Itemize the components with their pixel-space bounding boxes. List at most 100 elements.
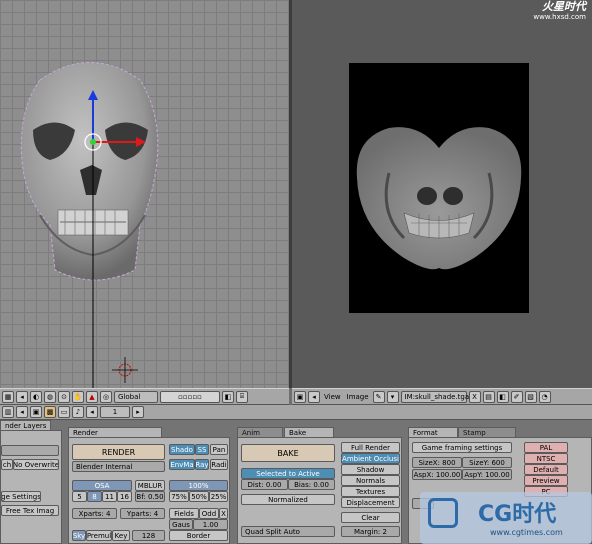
premul-toggle[interactable]: Premul	[86, 530, 112, 541]
shadow-toggle[interactable]: Shado	[169, 444, 195, 455]
render-button[interactable]: RENDER	[72, 444, 165, 460]
close-image-button[interactable]: X	[468, 390, 481, 403]
window-type-icon[interactable]: ▥	[2, 406, 14, 418]
menu-toggle-icon[interactable]: ◂	[308, 390, 320, 403]
x-toggle[interactable]: X	[219, 508, 228, 519]
sky-toggle[interactable]: Sky	[72, 530, 86, 541]
osa-5-button[interactable]: 5	[72, 491, 87, 502]
menu-toggle-icon[interactable]: ◂	[16, 390, 28, 403]
clear-toggle[interactable]: Clear	[341, 512, 400, 523]
bf-field[interactable]: Bf: 0.50	[135, 491, 165, 502]
size-50-button[interactable]: 50%	[189, 491, 209, 502]
osa-16-button[interactable]: 16	[117, 491, 132, 502]
free-tex-image-button[interactable]: Free Tex Imag	[1, 505, 59, 516]
bake-tab[interactable]: Bake	[284, 427, 334, 437]
key-toggle[interactable]: Key	[112, 530, 130, 541]
sizey-field[interactable]: SizeY: 600	[462, 457, 512, 468]
osa-toggle[interactable]: OSA	[72, 480, 132, 491]
normals-bake-button[interactable]: Normals	[341, 475, 400, 486]
hand-icon[interactable]: ✋	[72, 390, 84, 403]
ss-toggle[interactable]: SS	[195, 444, 209, 455]
gauss-dropdown[interactable]: Gaus	[169, 519, 193, 530]
selected-to-active-toggle[interactable]: Selected to Active	[241, 468, 335, 479]
odd-toggle[interactable]: Odd	[199, 508, 219, 519]
image-settings-button[interactable]: ge Settings	[1, 491, 41, 502]
size-100-button[interactable]: 100%	[169, 480, 228, 491]
pivot-icon[interactable]: ⊙	[58, 390, 70, 403]
render-icon[interactable]: ⌸	[236, 390, 248, 403]
3d-viewport[interactable]	[0, 0, 289, 388]
border-toggle[interactable]: Border	[169, 530, 228, 541]
lock-icon[interactable]: ◧	[496, 390, 509, 403]
gauss-value-field[interactable]: 1.00	[193, 519, 228, 530]
fields-toggle[interactable]: Fields	[169, 508, 199, 519]
render-tab[interactable]: Render	[68, 427, 162, 437]
aspx-field[interactable]: AspX: 100.00	[412, 469, 462, 480]
sound-icon[interactable]: ♪	[72, 406, 84, 418]
shading-icon[interactable]: ◍	[44, 390, 56, 403]
format-tab[interactable]: Format	[408, 427, 458, 437]
preset-default-button[interactable]: Default	[524, 464, 568, 475]
pano-toggle[interactable]: Pan	[210, 444, 228, 455]
bits-dropdown[interactable]: 128	[132, 530, 165, 541]
envmap-toggle[interactable]: EnvMa	[169, 459, 195, 470]
preset-pal-button[interactable]: PAL	[524, 442, 568, 453]
osa-8-button[interactable]: 8	[87, 491, 102, 502]
anim-tab[interactable]: Anim	[237, 427, 283, 437]
menu-toggle-icon[interactable]: ◂	[16, 406, 28, 418]
render-layers-tab[interactable]: nder Layers	[0, 420, 52, 430]
image-menu[interactable]: Image	[345, 393, 371, 401]
renderer-dropdown[interactable]: Blender Internal	[72, 461, 165, 472]
quad-split-dropdown[interactable]: Quad Split Auto	[241, 526, 335, 537]
radio-toggle[interactable]: Radi	[210, 459, 228, 470]
full-render-button[interactable]: Full Render	[341, 442, 400, 453]
image-editor[interactable]: 火星时代 www.hxsd.com	[292, 0, 592, 388]
paint-icon[interactable]: ▧	[524, 390, 537, 403]
layer-field[interactable]	[1, 445, 59, 456]
game-framing-button[interactable]: Game framing settings	[412, 442, 512, 453]
translate-icon[interactable]: ▲	[86, 390, 98, 403]
orientation-dropdown[interactable]: Global	[114, 390, 158, 403]
bake-button[interactable]: BAKE	[241, 444, 335, 462]
pin-icon[interactable]: ✎	[372, 390, 385, 403]
margin-field[interactable]: Margin: 2	[341, 526, 400, 537]
shadow-bake-button[interactable]: Shadow	[341, 464, 400, 475]
mode-icon[interactable]: ◐	[30, 390, 42, 403]
sizex-field[interactable]: SizeX: 800	[412, 457, 462, 468]
normalized-toggle[interactable]: Normalized	[241, 494, 335, 505]
textures-bake-button[interactable]: Textures	[341, 486, 400, 497]
aspy-field[interactable]: AspY: 100.00	[462, 469, 512, 480]
pack-icon[interactable]: ▤	[482, 390, 495, 403]
mblur-toggle[interactable]: MBLUR	[135, 480, 165, 491]
xparts-field[interactable]: Xparts: 4	[72, 508, 117, 519]
window-type-icon[interactable]: ▣	[294, 390, 306, 403]
dist-field[interactable]: Dist: 0.00	[241, 479, 288, 490]
prev-frame-icon[interactable]: ◂	[86, 406, 98, 418]
view-menu[interactable]: View	[322, 393, 343, 401]
draw-icon[interactable]: ✐	[510, 390, 523, 403]
frame-field[interactable]: 1	[100, 406, 130, 418]
yparts-field[interactable]: Yparts: 4	[120, 508, 165, 519]
rotate-icon[interactable]: ◎	[100, 390, 112, 403]
anim-icon[interactable]: ▭	[58, 406, 70, 418]
render-buttons-icon[interactable]: ▩	[44, 406, 56, 418]
scene-icon[interactable]: ▣	[30, 406, 42, 418]
ch-button[interactable]: ch	[1, 459, 13, 470]
lock-icon[interactable]: ◧	[222, 390, 234, 403]
bias-field[interactable]: Bias: 0.00	[288, 479, 335, 490]
no-overwrite-button[interactable]: No Overwrite	[13, 459, 59, 470]
preset-preview-button[interactable]: Preview	[524, 475, 568, 486]
image-name-field[interactable]: IM:skull_shade.tga	[400, 390, 469, 403]
window-type-icon[interactable]: ▦	[2, 390, 14, 403]
preset-ntsc-button[interactable]: NTSC	[524, 453, 568, 464]
stamp-tab[interactable]: Stamp	[458, 427, 516, 437]
ambient-occlusion-button[interactable]: Ambient Occlusi	[341, 453, 400, 464]
next-frame-icon[interactable]: ▸	[132, 406, 144, 418]
osa-11-button[interactable]: 11	[102, 491, 117, 502]
ray-toggle[interactable]: Ray	[195, 459, 209, 470]
size-25-button[interactable]: 25%	[209, 491, 228, 502]
displacement-bake-button[interactable]: Displacement	[341, 497, 400, 508]
size-75-button[interactable]: 75%	[169, 491, 189, 502]
layer-buttons-icon[interactable]: ▫▫▫▫▫	[160, 390, 220, 403]
image-browse-icon[interactable]: ▾	[386, 390, 399, 403]
